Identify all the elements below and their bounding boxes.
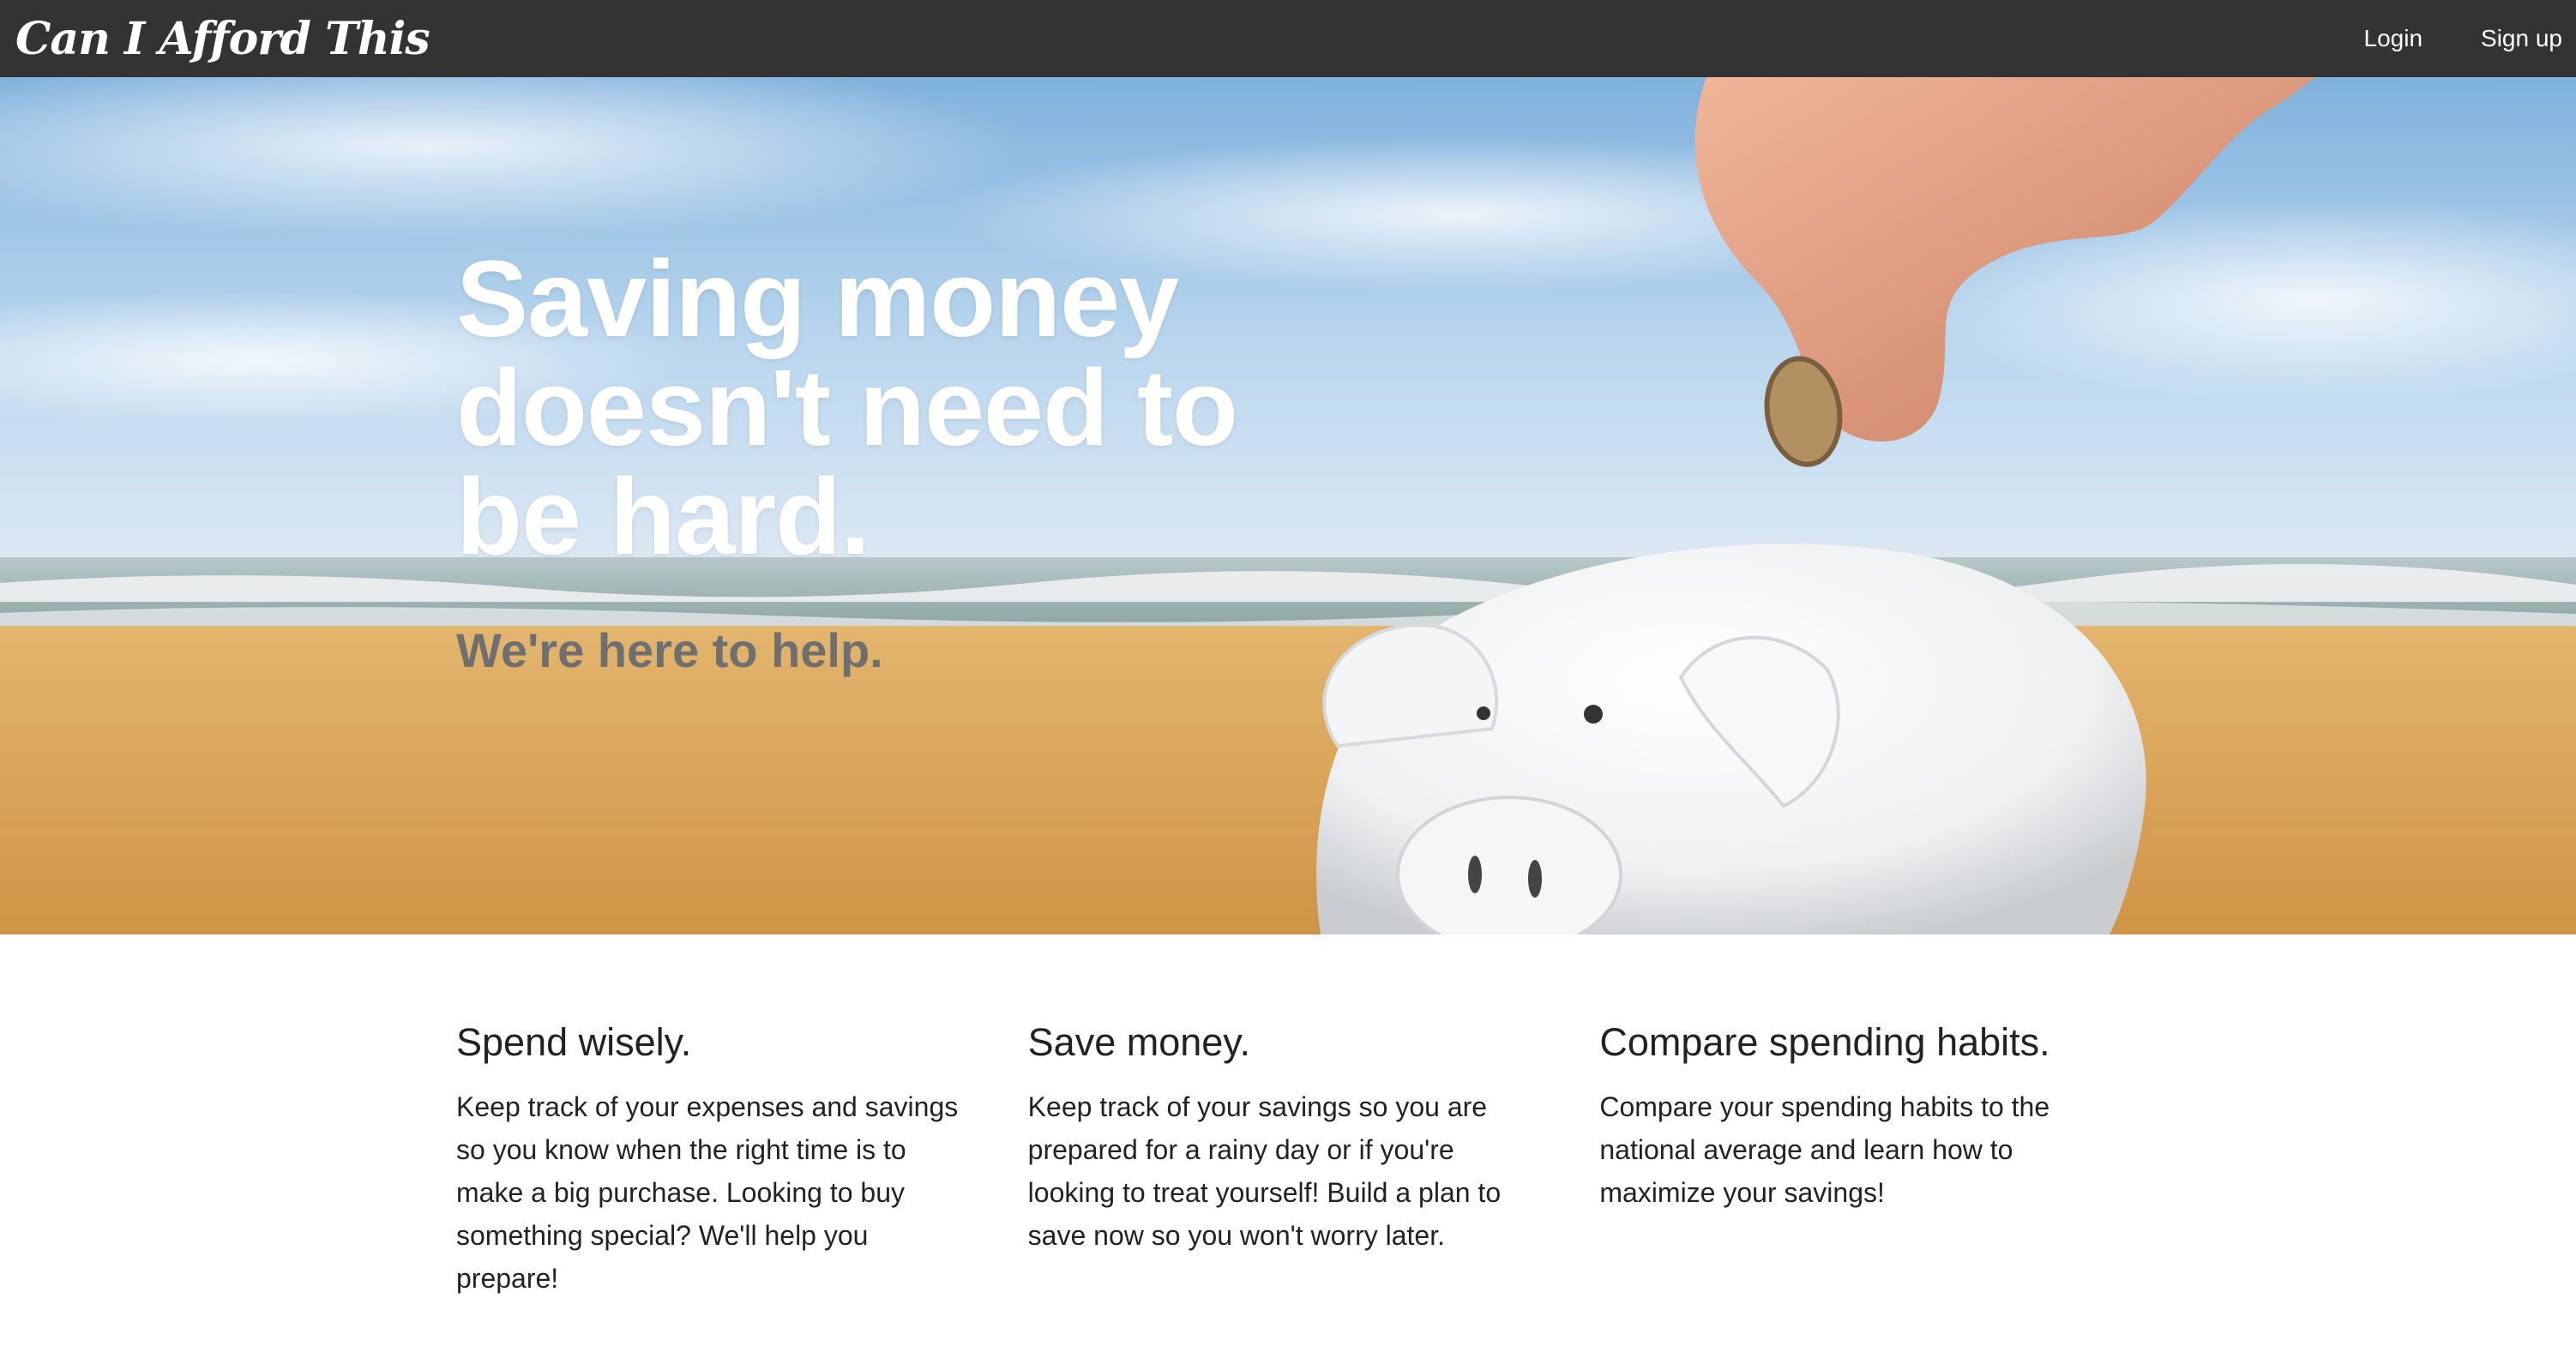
feature-heading: Save money. (1027, 1020, 1250, 1064)
hero-section: Saving money doesn't need to be hard. We… (0, 77, 2576, 934)
hero-subtitle: We're here to help. (456, 623, 883, 677)
feature-compare-spending: Compare spending habits. Compare your sp… (1599, 1020, 2171, 1300)
hero-title: Saving money doesn't need to be hard. (456, 238, 1238, 577)
top-navbar: Can I Afford This Login Sign up (0, 0, 2576, 77)
hero-text-block: Saving money doesn't need to be hard. We… (456, 244, 1314, 678)
feature-spend-wisely: Spend wisely. Keep track of your expense… (456, 1020, 1028, 1300)
feature-body: Compare your spending habits to the nati… (1599, 1091, 2050, 1208)
feature-save-money: Save money. Keep track of your savings s… (1028, 1020, 1600, 1300)
brand-logo-link[interactable]: Can I Afford This (15, 13, 430, 65)
feature-body: Keep track of your savings so you are pr… (1027, 1091, 1502, 1251)
feature-heading: Spend wisely. (456, 1020, 692, 1064)
feature-heading: Compare spending habits. (1599, 1020, 2050, 1064)
signup-link[interactable]: Sign up (2481, 25, 2562, 52)
feature-body: Keep track of your expenses and savings … (456, 1091, 959, 1294)
nav-links: Login Sign up (2306, 25, 2562, 52)
features-section: Spend wisely. Keep track of your expense… (456, 1020, 2171, 1300)
login-link[interactable]: Login (2364, 25, 2423, 52)
